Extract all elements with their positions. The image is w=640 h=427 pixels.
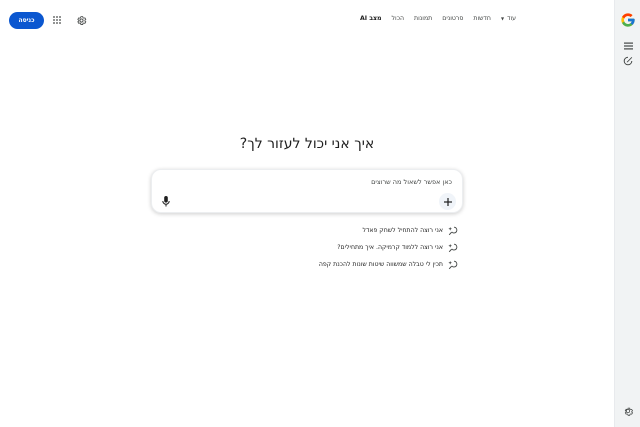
gear-icon[interactable]: [620, 403, 636, 419]
search-input-placeholder[interactable]: כאן אפשר לשאול מה שרוצים: [371, 178, 452, 186]
tab-more[interactable]: עוד ▼: [501, 15, 516, 22]
sparkle-search-icon: [447, 242, 458, 253]
ai-prompt-box[interactable]: כאן אפשר לשאול מה שרוצים: [151, 169, 463, 213]
menu-icon[interactable]: [620, 38, 636, 54]
tab-news[interactable]: חדשות: [473, 15, 491, 22]
tab-all[interactable]: הכול: [392, 15, 405, 22]
google-g-icon[interactable]: [620, 12, 636, 28]
sparkle-search-icon: [447, 225, 458, 236]
suggestion-item[interactable]: אני רוצה ללמוד קרמיקה. איך מתחילים?: [151, 239, 458, 256]
suggestion-item[interactable]: תכין לי טבלה שמשווה שיטות שונות להכנת קפ…: [151, 256, 458, 273]
suggestion-text: תכין לי טבלה שמשווה שיטות שונות להכנת קפ…: [318, 261, 443, 268]
page-title: איך אני יכול לעזור לך?: [239, 136, 375, 152]
tab-ai-mode[interactable]: מצב AI: [360, 15, 382, 22]
mic-icon[interactable]: [160, 195, 172, 208]
suggestion-list: אני רוצה להתחיל לשחק פאדל אני רוצה ללמוד…: [151, 222, 458, 273]
suggestion-text: אני רוצה להתחיל לשחק פאדל: [362, 227, 443, 234]
settings-gear-icon[interactable]: [75, 14, 87, 26]
suggestion-text: אני רוצה ללמוד קרמיקה. איך מתחילים?: [337, 244, 443, 251]
plus-icon[interactable]: [439, 193, 456, 210]
right-rail: [614, 0, 640, 427]
tab-more-label: עוד: [507, 15, 516, 22]
signin-button[interactable]: כניסה: [9, 12, 44, 29]
tab-videos[interactable]: סרטונים: [442, 15, 463, 22]
apps-grid-icon[interactable]: [51, 14, 63, 26]
chevron-down-icon: ▼: [500, 16, 505, 21]
tab-images[interactable]: תמונות: [414, 15, 432, 22]
sparkle-search-icon: [447, 259, 458, 270]
search-mode-tabs: מצב AI הכול תמונות סרטונים חדשות עוד ▼: [360, 15, 516, 22]
suggestion-item[interactable]: אני רוצה להתחיל לשחק פאדל: [151, 222, 458, 239]
edit-chat-icon[interactable]: [620, 53, 636, 69]
